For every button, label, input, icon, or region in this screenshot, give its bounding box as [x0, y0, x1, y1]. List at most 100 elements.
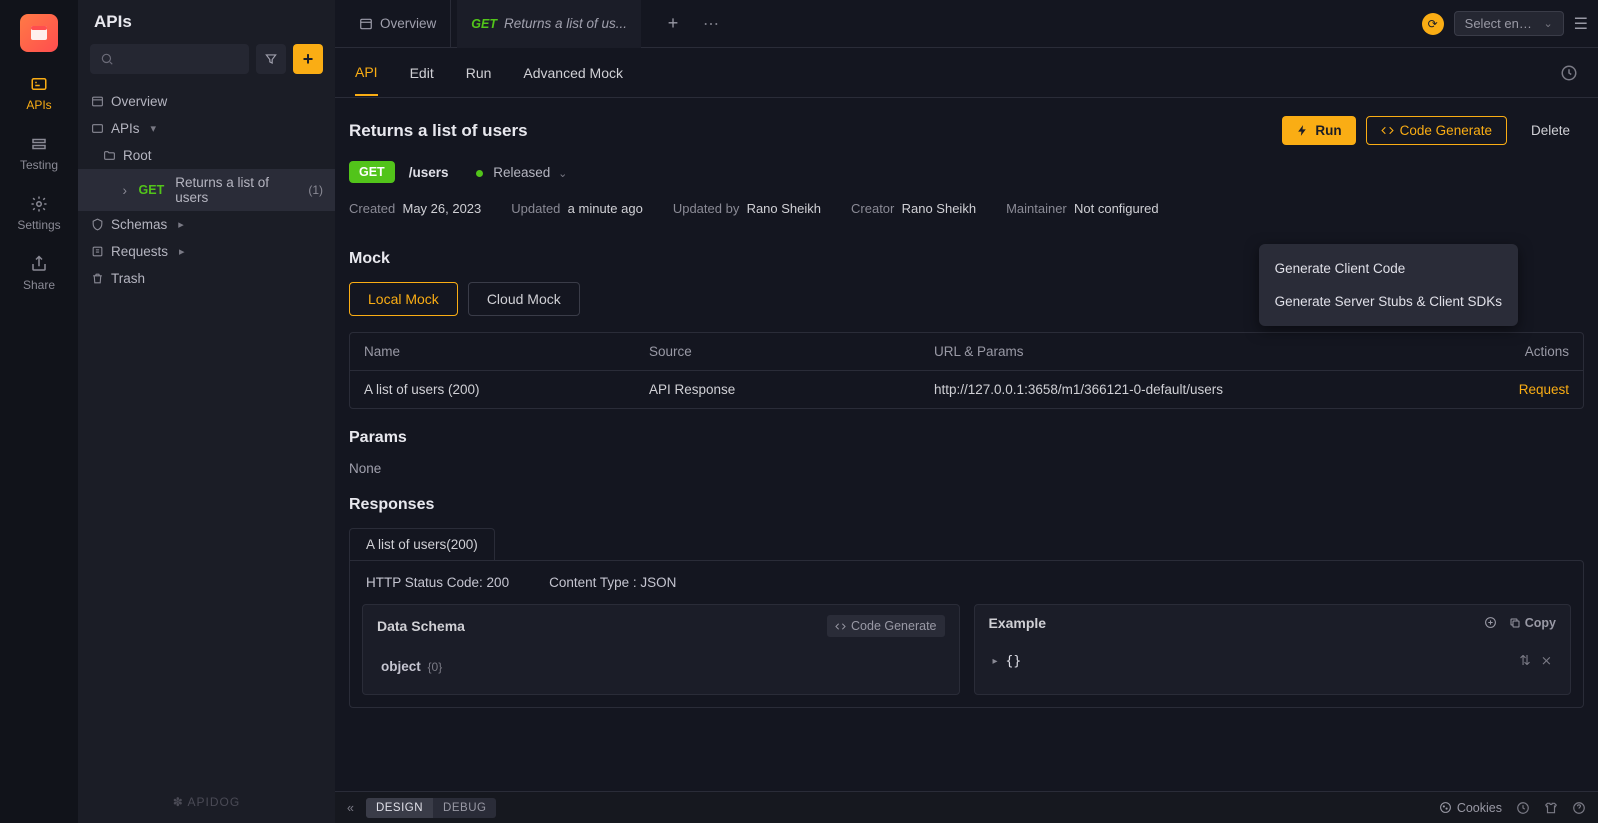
delete-button[interactable]: Delete	[1517, 116, 1584, 145]
help-icon[interactable]	[1572, 801, 1586, 815]
responses-section-title: Responses	[349, 496, 1584, 514]
created-date: May 26, 2023	[402, 201, 481, 216]
code-icon	[835, 621, 846, 632]
api-path: /users	[409, 165, 449, 180]
th-source: Source	[649, 344, 934, 359]
tree-overview[interactable]: Overview	[78, 88, 335, 115]
chevron-down-icon: ▾	[151, 122, 157, 135]
subtab-run[interactable]: Run	[466, 51, 492, 95]
tab-overview[interactable]: Overview	[345, 0, 451, 48]
menu-button[interactable]: ☰	[1574, 14, 1588, 34]
tab-active-endpoint[interactable]: GET Returns a list of us...	[457, 0, 641, 48]
example-title: Example	[989, 615, 1047, 631]
subtab-edit[interactable]: Edit	[410, 51, 434, 95]
th-name: Name	[364, 344, 649, 359]
schema-icon	[90, 218, 104, 232]
plus-icon: +	[668, 13, 679, 34]
tree-label: Schemas	[111, 217, 167, 232]
example-panel: Example Copy ▸ {}	[974, 604, 1572, 695]
tree-requests[interactable]: Requests ▸	[78, 238, 335, 265]
environment-select[interactable]: Select envir... ⌄	[1454, 11, 1564, 36]
tabs-bar: Overview GET Returns a list of us... + ⋯…	[335, 0, 1598, 48]
bolt-icon	[1296, 124, 1309, 137]
updated-date: a minute ago	[568, 201, 643, 216]
data-schema-panel: Data Schema Code Generate object {0}	[362, 604, 960, 695]
share-icon	[29, 254, 49, 274]
rail-item-apis[interactable]: APIs	[26, 74, 51, 112]
subtab-advanced-mock[interactable]: Advanced Mock	[523, 51, 623, 95]
tree-root-folder[interactable]: Root	[78, 142, 335, 169]
collapse-left-icon[interactable]: «	[347, 801, 354, 815]
rail-item-share[interactable]: Share	[23, 254, 55, 292]
footer-bar: « DESIGN DEBUG Cookies	[335, 791, 1598, 823]
window-icon	[359, 17, 373, 31]
api-icon	[29, 74, 49, 94]
tab-more-button[interactable]: ⋯	[703, 14, 719, 34]
mock-row: A list of users (200) API Response http:…	[350, 371, 1583, 408]
expand-icon[interactable]	[1484, 616, 1497, 630]
tab-label: Overview	[380, 16, 436, 31]
response-tab[interactable]: A list of users(200)	[349, 528, 495, 560]
release-status[interactable]: Released ⌄	[476, 165, 567, 180]
collapse-icon[interactable]: ⨯	[1541, 653, 1552, 669]
sidebar-title: APIs	[78, 0, 335, 44]
requests-icon	[90, 245, 104, 259]
new-tab-button[interactable]: +	[657, 8, 689, 40]
tree-schemas[interactable]: Schemas ▸	[78, 211, 335, 238]
chevron-right-icon: ›	[118, 183, 132, 197]
copy-icon	[1509, 617, 1521, 629]
chevron-down-icon: ⌄	[1543, 17, 1552, 30]
tree-label: Trash	[111, 271, 145, 286]
caret-right-icon[interactable]: ▸	[993, 656, 998, 667]
code-generate-button[interactable]: Code Generate	[1366, 116, 1507, 145]
content-type: Content Type : JSON	[549, 575, 676, 590]
params-none: None	[349, 461, 1584, 476]
mock-url: http://127.0.0.1:3658/m1/366121-0-defaul…	[934, 382, 1489, 397]
run-button[interactable]: Run	[1282, 116, 1355, 145]
tree-label: APIs	[111, 121, 140, 136]
rail-item-settings[interactable]: Settings	[17, 194, 60, 232]
endpoint-count: (1)	[308, 183, 323, 197]
filter-button[interactable]	[256, 44, 286, 74]
mock-request-link[interactable]: Request	[1489, 382, 1569, 397]
method-badge: GET	[349, 161, 395, 183]
maintainer: Not configured	[1074, 201, 1159, 216]
menu-icon: ☰	[1574, 16, 1588, 33]
search-input[interactable]	[90, 44, 249, 74]
rail-label: APIs	[26, 98, 51, 112]
copy-button[interactable]: Copy	[1509, 616, 1556, 630]
method-label: GET	[139, 183, 165, 197]
mock-source: API Response	[649, 382, 934, 397]
cookies-button[interactable]: Cookies	[1439, 801, 1502, 815]
mode-design[interactable]: DESIGN	[366, 798, 433, 818]
tree-trash[interactable]: Trash	[78, 265, 335, 292]
mode-debug[interactable]: DEBUG	[433, 798, 496, 818]
add-button[interactable]: +	[293, 44, 323, 74]
dropdown-server-stubs[interactable]: Generate Server Stubs & Client SDKs	[1259, 285, 1518, 318]
params-section-title: Params	[349, 429, 1584, 447]
cloud-mock-button[interactable]: Cloud Mock	[468, 282, 580, 316]
sync-icon[interactable]	[1516, 801, 1530, 815]
chevron-right-icon: ▸	[179, 245, 185, 258]
chevron-down-icon: ⌄	[558, 168, 567, 180]
sort-icon[interactable]: ⇅	[1519, 653, 1530, 669]
clock-icon	[1560, 64, 1578, 82]
logo-icon	[29, 23, 49, 43]
rail-item-testing[interactable]: Testing	[20, 134, 58, 172]
settings-icon	[29, 194, 49, 214]
local-mock-button[interactable]: Local Mock	[349, 282, 458, 316]
tree-apis[interactable]: APIs ▾	[78, 115, 335, 142]
api-title: Returns a list of users	[349, 121, 528, 141]
updated-by: Rano Sheikh	[747, 201, 821, 216]
subtab-api[interactable]: API	[355, 50, 378, 96]
history-button[interactable]	[1560, 64, 1578, 82]
status-dot-icon	[476, 170, 483, 177]
content: Returns a list of users Run Code Generat…	[335, 98, 1598, 791]
main-area: Overview GET Returns a list of us... + ⋯…	[335, 0, 1598, 823]
dropdown-client-code[interactable]: Generate Client Code	[1259, 252, 1518, 285]
env-refresh-button[interactable]: ⟳	[1422, 13, 1444, 35]
tab-title: Returns a list of us...	[504, 16, 627, 31]
tshirt-icon[interactable]	[1544, 801, 1558, 815]
schema-code-generate[interactable]: Code Generate	[827, 615, 944, 637]
tree-endpoint[interactable]: › GET Returns a list of users (1)	[78, 169, 335, 211]
